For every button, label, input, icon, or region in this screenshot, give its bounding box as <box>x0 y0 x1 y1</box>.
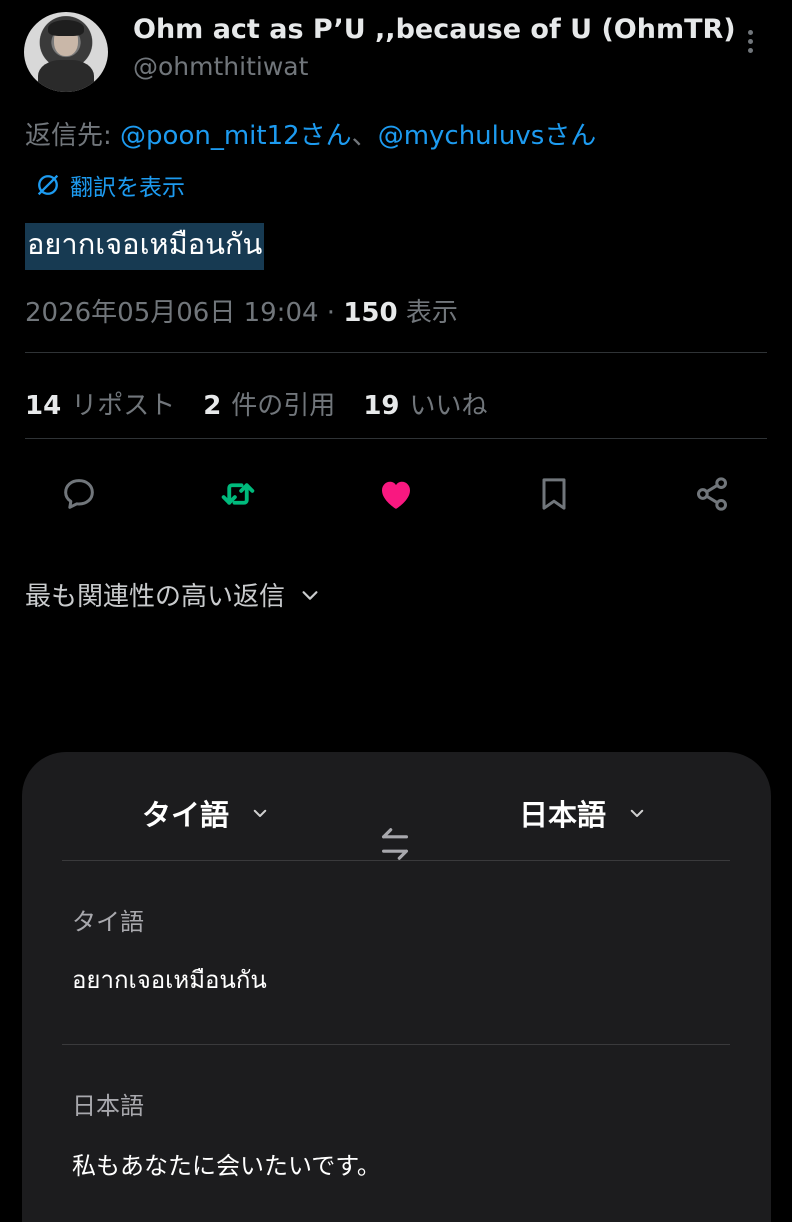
target-language-dropdown[interactable]: 日本語 <box>519 792 646 834</box>
retweet-icon <box>221 483 255 505</box>
avatar[interactable] <box>24 12 108 92</box>
source-section-label: タイ語 <box>72 908 144 936</box>
show-translation-label: 翻訳を表示 <box>70 175 185 201</box>
reposts-stat[interactable]: 14 リポスト <box>25 385 175 422</box>
bookmark-icon <box>542 478 566 510</box>
reply-to-prefix: 返信先: <box>25 121 121 151</box>
source-language-label: タイ語 <box>142 798 230 832</box>
bookmark-button[interactable] <box>532 472 576 516</box>
display-name[interactable]: Ohm act as P’U ,,because of U (OhmTR) <box>133 14 736 45</box>
chevron-down-icon <box>302 590 318 600</box>
mention-link-2[interactable]: @mychuluvsさん <box>378 121 597 151</box>
quotes-count: 2 <box>203 391 222 421</box>
like-icon <box>382 481 410 509</box>
reply-sort-dropdown[interactable]: 最も関連性の高い返信 <box>25 576 321 613</box>
chevron-down-icon <box>630 809 644 817</box>
globe-slash-icon <box>37 174 59 196</box>
source-language-dropdown[interactable]: タイ語 <box>142 792 269 834</box>
divider <box>25 352 767 353</box>
target-section-label: 日本語 <box>72 1092 144 1120</box>
translated-text: 私もあなたに会いたいです。 <box>72 1152 381 1180</box>
user-handle[interactable]: @ohmthitiwat <box>133 52 308 81</box>
likes-label: いいね <box>409 391 488 421</box>
divider <box>25 438 767 439</box>
reposts-label: リポスト <box>71 391 176 421</box>
translation-sheet: タイ語 日本語 タイ語 อยากเจอเหมือนกัน 日本語 私もあなたに会… <box>22 752 771 1222</box>
like-button[interactable] <box>374 472 418 516</box>
divider <box>62 1044 730 1045</box>
share-icon <box>697 477 727 511</box>
reply-separator: 、 <box>351 121 378 151</box>
divider <box>62 860 730 861</box>
show-translation-button[interactable]: 翻訳を表示 <box>34 168 185 202</box>
views-label: 表示 <box>405 298 458 328</box>
retweet-button[interactable] <box>216 472 260 516</box>
swap-languages-icon[interactable] <box>377 824 413 864</box>
post-meta: 2026年05月06日 19:04 · 150 表示 <box>25 292 458 329</box>
reply-icon <box>64 479 94 509</box>
chevron-down-icon <box>253 809 267 817</box>
timestamp[interactable]: 2026年05月06日 19:04 <box>25 298 319 328</box>
target-language-label: 日本語 <box>519 798 607 832</box>
reply-sort-label: 最も関連性の高い返信 <box>25 582 286 612</box>
likes-stat[interactable]: 19 いいね <box>363 385 487 422</box>
quotes-label: 件の引用 <box>231 391 336 421</box>
engagement-stats: 14 リポスト 2 件の引用 19 いいね <box>25 385 488 422</box>
more-options-icon[interactable] <box>744 30 756 56</box>
language-selector-row: タイ語 日本語 <box>22 792 771 860</box>
reposts-count: 14 <box>25 391 62 421</box>
likes-count: 19 <box>363 391 400 421</box>
source-text: อยากเจอเหมือนกัน <box>72 966 267 994</box>
share-button[interactable] <box>690 472 734 516</box>
reply-button[interactable] <box>57 472 101 516</box>
post-text: อยากเจอเหมือนกัน <box>25 223 265 270</box>
meta-separator: · <box>318 298 344 328</box>
views-count: 150 <box>343 298 398 328</box>
reply-to-line: 返信先: @poon_mit12さん、@mychuluvsさん <box>25 115 596 152</box>
quotes-stat[interactable]: 2 件の引用 <box>203 385 335 422</box>
mention-link-1[interactable]: @poon_mit12さん <box>120 121 352 151</box>
